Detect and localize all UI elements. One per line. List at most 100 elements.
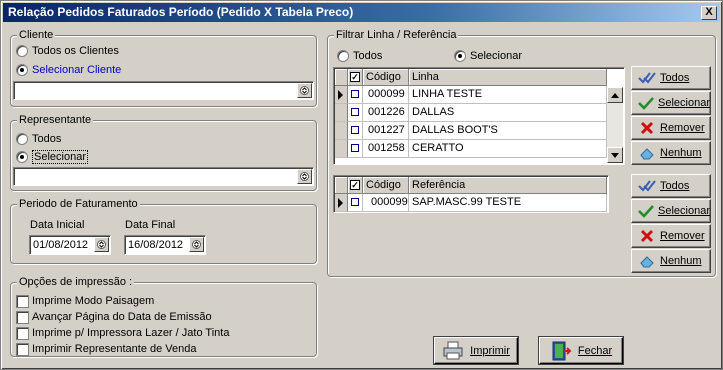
linhas-grid-header: ✓ Código Linha <box>335 69 607 86</box>
representante-group: Representante Todos Selecionar <box>10 114 317 191</box>
radio-filtro-selecionar-circle <box>454 50 466 62</box>
close-button[interactable]: X <box>701 6 717 20</box>
eraser-icon <box>638 253 656 269</box>
data-final-field[interactable]: 16/08/2012 <box>124 235 206 255</box>
linhas-scrollbar[interactable] <box>607 87 623 163</box>
opcao-representante-venda[interactable]: Imprimir Representante de Venda <box>16 341 196 357</box>
radio-todos-representantes[interactable]: Todos <box>16 131 61 147</box>
radio-selecionar-representante[interactable]: Selecionar <box>16 149 88 165</box>
opcao-modo-paisagem[interactable]: Imprime Modo Paisagem <box>16 293 154 309</box>
filtro-group-title: Filtrar Linha / Referência <box>334 29 459 42</box>
table-row[interactable]: 001226 DALLAS <box>335 104 607 122</box>
opcoes-group-title: Opções de impressão : <box>17 276 135 289</box>
data-inicial-value: 01/08/2012 <box>33 239 89 251</box>
column-header-linha[interactable]: Linha <box>409 69 607 86</box>
table-row[interactable]: 001227 DALLAS BOOT'S <box>335 122 607 140</box>
cell-referencia: SAP.MASC.99 TESTE <box>409 194 607 212</box>
data-inicial-label: Data Inicial <box>30 219 85 231</box>
cliente-dropdown-button[interactable] <box>297 83 312 98</box>
checkbox-icon <box>351 108 359 116</box>
cliente-group-title: Cliente <box>17 29 56 42</box>
row-checkbox[interactable] <box>348 194 363 212</box>
referencias-remover-button[interactable]: Remover <box>631 224 711 248</box>
checkbox-icon <box>351 126 359 134</box>
red-x-icon <box>638 120 656 136</box>
data-final-label: Data Final <box>125 219 176 231</box>
linhas-grid[interactable]: ✓ Código Linha 000099 LINHA TESTE 001226… <box>333 67 625 165</box>
cell-codigo: 000099 <box>363 194 409 212</box>
current-row-indicator <box>335 194 348 212</box>
column-header-codigo[interactable]: Código <box>363 177 409 194</box>
data-inicial-button[interactable] <box>94 237 109 252</box>
column-header-referencia[interactable]: Referência <box>409 177 607 194</box>
radio-todos-representantes-circle <box>16 133 28 145</box>
scroll-down-button[interactable] <box>607 147 623 163</box>
printer-icon <box>443 341 463 359</box>
referencias-todos-label: Todos <box>660 180 690 192</box>
linhas-nenhum-label: Nenhum <box>660 147 702 159</box>
radio-filtro-todos[interactable]: Todos <box>337 48 382 64</box>
data-inicial-field[interactable]: 01/08/2012 <box>29 235 111 255</box>
chevron-updown-icon <box>300 86 309 95</box>
data-final-value: 16/08/2012 <box>128 239 184 251</box>
linhas-todos-button[interactable]: Todos <box>631 66 711 90</box>
row-checkbox[interactable] <box>348 140 363 158</box>
referencias-nenhum-button[interactable]: Nenhum <box>631 249 711 273</box>
exit-door-icon <box>552 341 572 360</box>
row-indicator <box>335 104 348 122</box>
eraser-icon <box>638 145 656 161</box>
arrow-right-icon <box>338 198 343 208</box>
cell-linha: LINHA TESTE <box>409 86 607 104</box>
red-x-icon <box>638 228 656 244</box>
linhas-remover-button[interactable]: Remover <box>631 116 711 140</box>
imprimir-button[interactable]: Imprimir <box>434 337 518 364</box>
checkbox-icon <box>351 144 359 152</box>
representante-combo[interactable] <box>13 167 314 186</box>
cell-linha: DALLAS <box>409 104 607 122</box>
cell-codigo: 001258 <box>363 140 409 158</box>
opcao-impressora-lazer-box <box>16 326 29 340</box>
data-final-button[interactable] <box>189 237 204 252</box>
opcao-impressora-lazer-label: Imprime p/ Impressora Lazer / Jato Tinta <box>32 327 230 339</box>
imprimir-label: Imprimir <box>470 344 510 357</box>
check-icon: ✓ <box>350 72 360 82</box>
referencias-grid[interactable]: ✓ Código Referência 000099 SAP.MASC.99 T… <box>333 175 609 213</box>
row-checkbox[interactable] <box>348 86 363 104</box>
check-icon <box>638 203 654 219</box>
radio-todos-representantes-label: Todos <box>32 133 62 145</box>
arrow-right-icon <box>338 90 343 100</box>
row-indicator-header <box>335 177 348 194</box>
table-row[interactable]: 000099 LINHA TESTE <box>335 86 607 104</box>
opcao-avancar-pagina[interactable]: Avançar Página do Data de Emissão <box>16 309 212 325</box>
referencias-todos-button[interactable]: Todos <box>631 174 711 198</box>
radio-selecionar-representante-label: Selecionar <box>32 150 88 164</box>
scroll-up-button[interactable] <box>607 87 623 103</box>
row-checkbox[interactable] <box>348 122 363 140</box>
window-title: Relação Pedidos Faturados Período (Pedid… <box>8 5 354 19</box>
linhas-nenhum-button[interactable]: Nenhum <box>631 141 711 165</box>
current-row-indicator <box>335 86 348 104</box>
row-checkbox[interactable] <box>348 104 363 122</box>
select-all-checkbox[interactable]: ✓ <box>348 177 363 194</box>
double-check-icon <box>638 178 656 194</box>
table-row[interactable]: 000099 SAP.MASC.99 TESTE <box>335 194 607 212</box>
referencias-selecionar-button[interactable]: Selecionar <box>631 199 711 223</box>
check-icon <box>638 95 654 111</box>
radio-filtro-selecionar[interactable]: Selecionar <box>454 48 522 64</box>
cliente-group: Cliente Todos os Clientes Selecionar Cli… <box>10 29 317 107</box>
table-row[interactable]: 001258 CERATTO <box>335 140 607 158</box>
row-indicator <box>335 122 348 140</box>
select-all-checkbox[interactable]: ✓ <box>348 69 363 86</box>
radio-selecionar-cliente[interactable]: Selecionar Cliente <box>16 62 121 78</box>
referencias-grid-header: ✓ Código Referência <box>335 177 607 194</box>
radio-todos-clientes-circle <box>16 45 28 57</box>
representante-dropdown-button[interactable] <box>297 169 312 184</box>
cliente-combo[interactable] <box>13 81 314 100</box>
column-header-codigo[interactable]: Código <box>363 69 409 86</box>
linhas-selecionar-button[interactable]: Selecionar <box>631 91 711 115</box>
linhas-remover-label: Remover <box>660 122 705 134</box>
fechar-button[interactable]: Fechar <box>539 337 623 364</box>
radio-todos-clientes[interactable]: Todos os Clientes <box>16 43 119 59</box>
periodo-group: Periodo de Faturamento Data Inicial 01/0… <box>10 198 317 264</box>
opcao-impressora-lazer[interactable]: Imprime p/ Impressora Lazer / Jato Tinta <box>16 325 229 341</box>
